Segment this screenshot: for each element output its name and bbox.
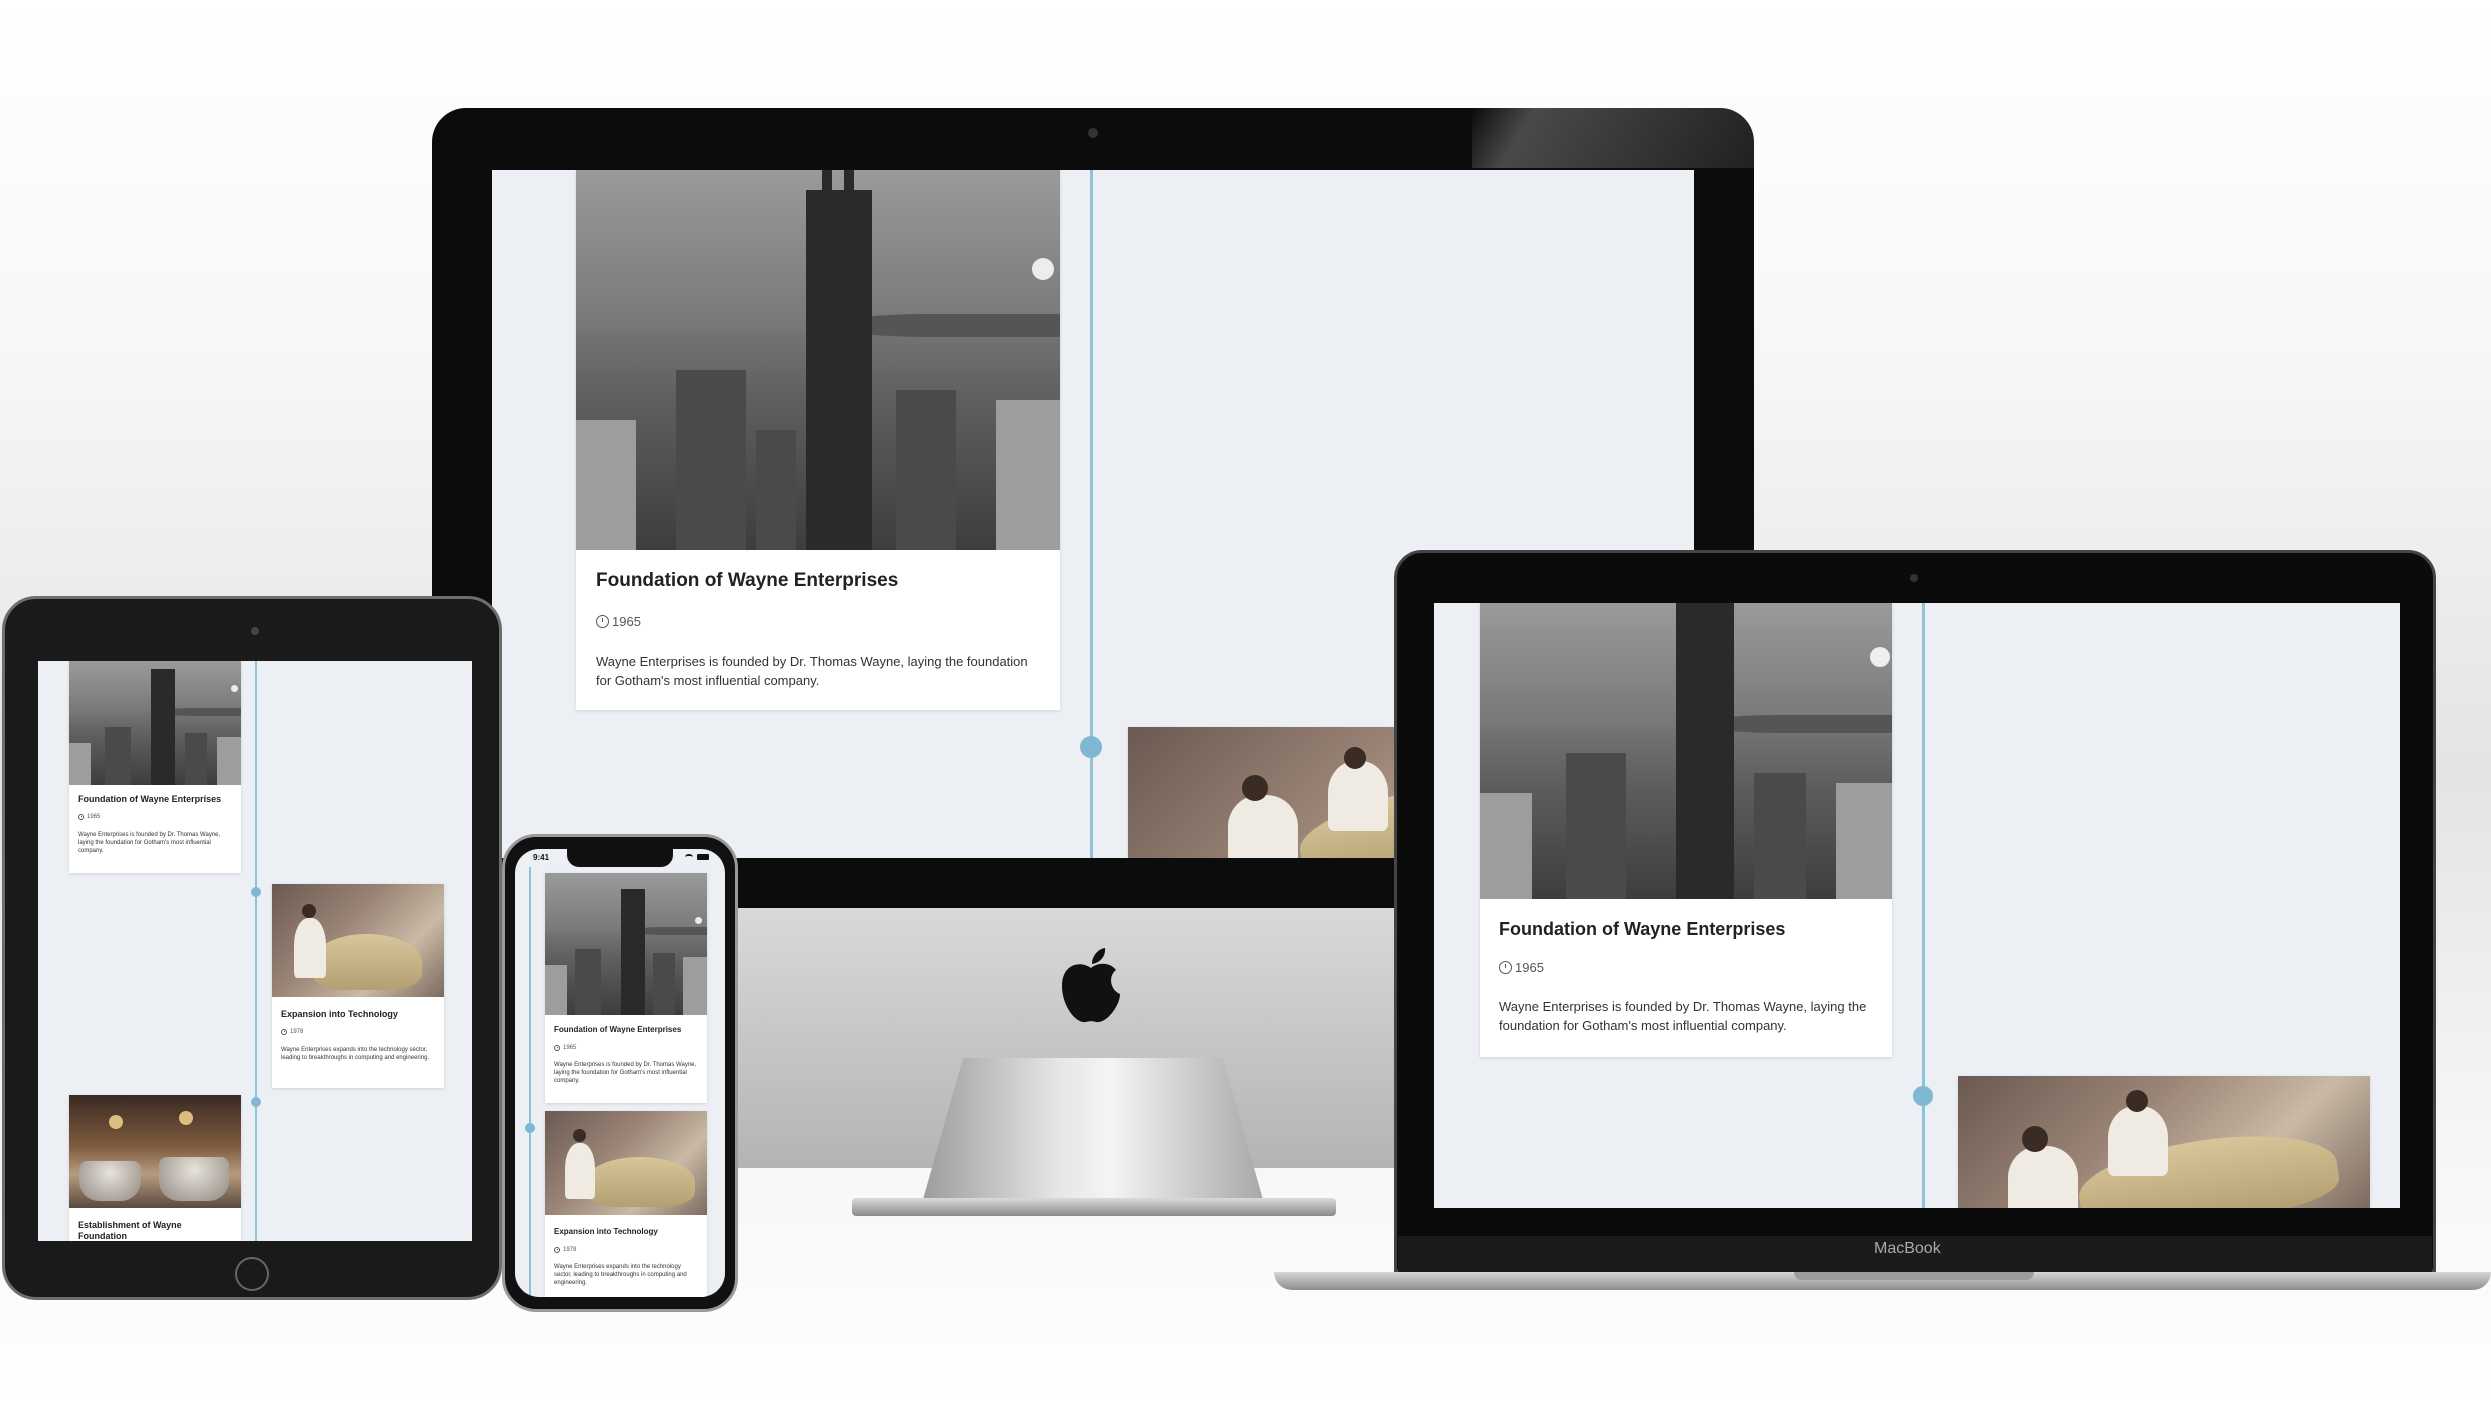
timeline-dot xyxy=(1913,1086,1933,1106)
event-photo xyxy=(545,1111,707,1215)
ipad-screen: Foundation of Wayne Enterprises 1965 Way… xyxy=(38,661,472,1241)
event-title: Expansion into Technology xyxy=(554,1227,658,1236)
ipad-device: Foundation of Wayne Enterprises 1965 Way… xyxy=(2,596,502,1300)
event-date: 1965 xyxy=(596,614,641,629)
event-description: Wayne Enterprises is founded by Dr. Thom… xyxy=(1499,999,1867,1033)
imac-glare xyxy=(1472,108,1754,168)
clock-icon xyxy=(78,814,84,820)
timeline-card[interactable]: Foundation of Wayne Enterprises 1965 Way… xyxy=(545,873,707,1103)
iphone-device: 9:41 Foundation of Wayne Enterprises 196… xyxy=(502,834,738,1312)
event-description: Wayne Enterprises is founded by Dr. Thom… xyxy=(596,654,1028,688)
clock-icon xyxy=(281,1029,287,1035)
macbook-notch xyxy=(1794,1272,2034,1280)
phone-notch xyxy=(567,849,673,867)
clock-icon xyxy=(1499,961,1512,974)
wifi-icon xyxy=(685,854,693,860)
macbook-camera xyxy=(1910,574,1918,582)
timeline-dot xyxy=(525,1123,535,1133)
clock-icon xyxy=(596,615,609,628)
event-title: Foundation of Wayne Enterprises xyxy=(78,794,222,804)
clock-icon xyxy=(554,1045,560,1051)
iphone-screen: 9:41 Foundation of Wayne Enterprises 196… xyxy=(515,849,725,1297)
event-year: 1965 xyxy=(1515,960,1544,975)
clock-icon xyxy=(554,1247,560,1253)
ipad-camera xyxy=(251,627,259,635)
timeline-card[interactable]: Foundation of Wayne Enterprises 1965 Way… xyxy=(69,661,241,873)
event-title: Expansion into Technology xyxy=(281,1009,398,1019)
event-date: 1978 xyxy=(554,1247,576,1253)
event-title: Foundation of Wayne Enterprises xyxy=(554,1025,682,1034)
event-photo xyxy=(576,170,1060,550)
battery-icon xyxy=(697,854,709,860)
macbook-brand: MacBook xyxy=(1874,1240,1941,1257)
timeline-card-partial[interactable] xyxy=(1958,1076,2370,1208)
imac-foot xyxy=(852,1198,1336,1216)
macbook-device: MacBook Foundation of Wayne Enterprises … xyxy=(1274,550,2491,1290)
timeline-card[interactable]: Foundation of Wayne Enterprises 1965 Way… xyxy=(1480,603,1892,1057)
event-description: Wayne Enterprises expands into the techn… xyxy=(281,1047,430,1061)
event-description: Wayne Enterprises is founded by Dr. Thom… xyxy=(78,832,221,854)
event-date: 1978 xyxy=(281,1029,303,1035)
timeline-line xyxy=(255,661,257,1241)
timeline-card[interactable]: Establishment of Wayne Foundation xyxy=(69,1095,241,1241)
status-time: 9:41 xyxy=(533,853,550,862)
event-photo xyxy=(545,873,707,1015)
event-photo xyxy=(69,661,241,785)
event-description: Wayne Enterprises expands into the techn… xyxy=(554,1264,687,1286)
event-title: Foundation of Wayne Enterprises xyxy=(1499,919,1786,939)
event-title: Establishment of Wayne Foundation xyxy=(78,1220,182,1241)
timeline-dot xyxy=(251,887,261,897)
macbook-screen: Foundation of Wayne Enterprises 1965 Way… xyxy=(1434,603,2400,1208)
event-year: 1965 xyxy=(612,614,641,629)
timeline-dot xyxy=(251,1097,261,1107)
imac-camera xyxy=(1088,128,1098,138)
event-date: 1965 xyxy=(78,814,100,820)
event-year: 1978 xyxy=(563,1247,577,1253)
event-title: Foundation of Wayne Enterprises xyxy=(596,570,899,591)
event-year: 1965 xyxy=(87,814,101,820)
home-button[interactable] xyxy=(235,1257,269,1291)
apple-logo-icon xyxy=(1058,946,1124,1026)
event-year: 1965 xyxy=(563,1045,577,1051)
timeline-line xyxy=(529,867,531,1297)
event-date: 1965 xyxy=(554,1045,576,1051)
timeline-dot xyxy=(1080,736,1102,758)
timeline-line xyxy=(1922,603,1925,1208)
event-photo xyxy=(1958,1076,2370,1208)
event-year: 1978 xyxy=(290,1029,304,1035)
timeline-card[interactable]: Expansion into Technology 1978 Wayne Ent… xyxy=(545,1111,707,1297)
imac-stand xyxy=(922,1058,1264,1203)
timeline-card[interactable]: Foundation of Wayne Enterprises 1965 Way… xyxy=(576,170,1060,710)
event-photo xyxy=(272,884,444,997)
event-description: Wayne Enterprises is founded by Dr. Thom… xyxy=(554,1062,697,1084)
event-date: 1965 xyxy=(1499,960,1544,975)
event-photo xyxy=(69,1095,241,1208)
timeline-card[interactable]: Expansion into Technology 1978 Wayne Ent… xyxy=(272,884,444,1088)
event-photo xyxy=(1480,603,1892,899)
